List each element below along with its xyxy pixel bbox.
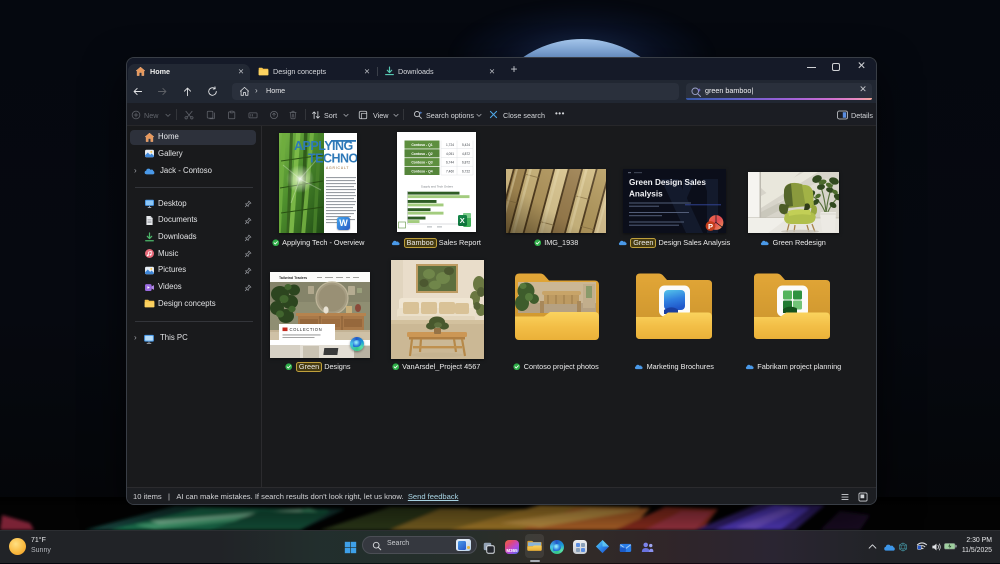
svg-text:COLLECTION: COLLECTION [289,327,322,332]
svg-text:Contoso - Q3: Contoso - Q3 [411,160,432,164]
svg-text:TECHNOLO: TECHNOLO [308,151,357,165]
svg-text:1,724: 1,724 [446,143,454,147]
svg-text:4,051: 4,051 [446,151,454,155]
svg-text:Contoso - Q1: Contoso - Q1 [411,143,432,147]
svg-text:6,744: 6,744 [446,160,454,164]
svg-text:Tailwind Traders: Tailwind Traders [279,276,307,280]
svg-text:Supply and Tech Orders: Supply and Tech Orders [420,184,453,188]
svg-text:Contoso - Q4: Contoso - Q4 [411,169,432,173]
svg-text:Green Design Sales: Green Design Sales [629,178,706,187]
svg-text:6,722: 6,722 [462,169,470,173]
svg-text:P: P [708,222,713,231]
svg-text:6,872: 6,872 [462,160,470,164]
svg-text:Contoso - Q2: Contoso - Q2 [411,151,432,155]
svg-text:Analysis: Analysis [629,190,663,199]
svg-text:7,460: 7,460 [446,169,454,173]
svg-text:4,872: 4,872 [462,151,470,155]
svg-text:AGRICULT: AGRICULT [326,166,349,170]
svg-text:5,424: 5,424 [462,143,470,147]
